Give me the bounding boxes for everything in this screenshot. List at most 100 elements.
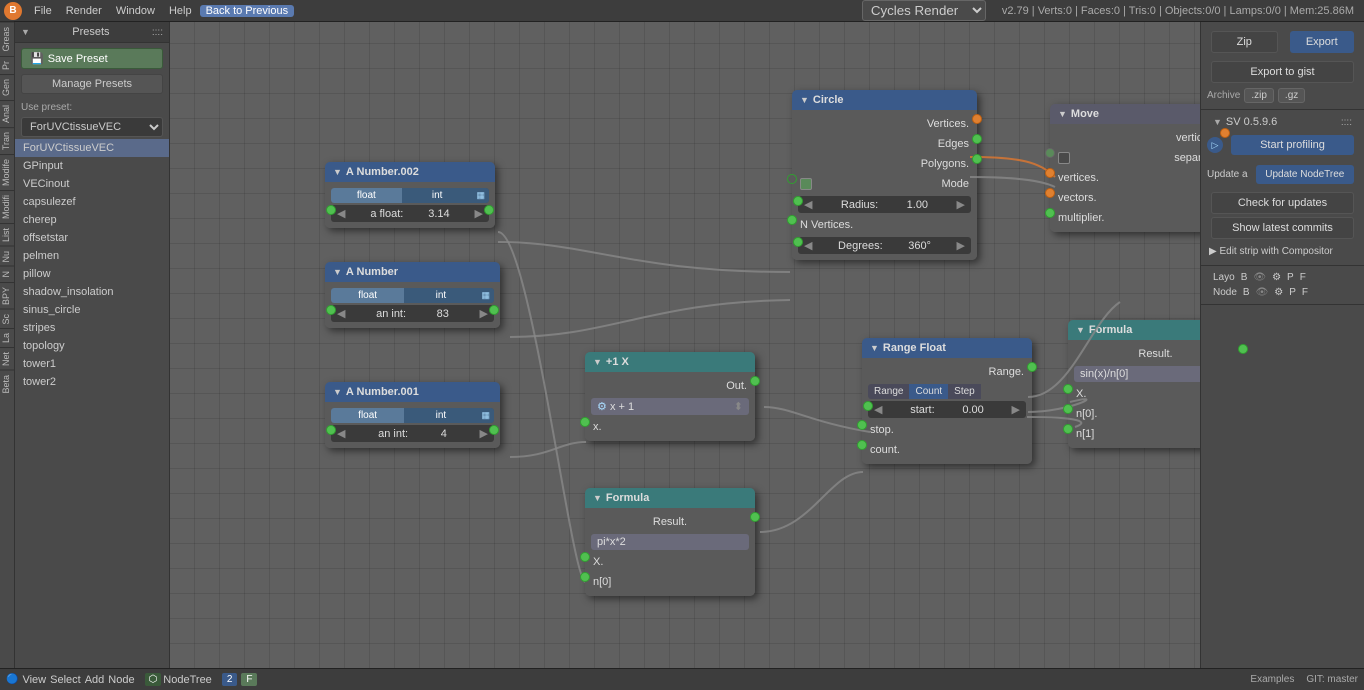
socket-left-n0[interactable]	[1063, 404, 1073, 414]
socket-left-degrees[interactable]	[793, 237, 803, 247]
sv-dots[interactable]: ::::	[1341, 117, 1352, 128]
value-arrow-left[interactable]: ◀	[804, 198, 812, 211]
socket-right-polygons[interactable]	[972, 154, 982, 164]
node-collapse-arrow[interactable]: ▼	[333, 267, 342, 277]
p-label[interactable]: P	[1287, 272, 1294, 283]
menu-help[interactable]: Help	[163, 5, 198, 17]
preset-item-10[interactable]: stripes	[15, 319, 169, 337]
a-float-row[interactable]: ◀ a float: 3.14 ▶	[331, 205, 489, 222]
node-collapse-arrow[interactable]: ▼	[593, 493, 602, 503]
node-move-header[interactable]: ▼ Move	[1050, 104, 1225, 124]
node-p-label[interactable]: P	[1289, 287, 1296, 298]
type-icon[interactable]: ▦	[478, 408, 495, 423]
menu-render[interactable]: Render	[60, 5, 108, 17]
node-f-label[interactable]: F	[1302, 287, 1308, 298]
float-btn[interactable]: float	[331, 188, 402, 203]
value-arrow-left[interactable]: ◀	[874, 403, 882, 416]
tab-step[interactable]: Step	[948, 384, 981, 399]
an-int-row[interactable]: ◀ an int: 4 ▶	[331, 425, 494, 442]
zip-button[interactable]: Zip	[1211, 31, 1278, 53]
export-gist-button[interactable]: Export to gist	[1211, 61, 1354, 83]
preset-item-0[interactable]: ForUVCtissueVEC	[15, 139, 169, 157]
back-button[interactable]: Back to Previous	[200, 5, 295, 17]
node-range-float-header[interactable]: ▼ Range Float	[862, 338, 1032, 358]
socket-left-vertices[interactable]	[1045, 168, 1055, 178]
node-collapse-arrow[interactable]: ▼	[333, 387, 342, 397]
sv-version-arrow[interactable]: ▼	[1213, 117, 1222, 127]
socket-right-int[interactable]	[489, 425, 499, 435]
left-tab-modife[interactable]: Modife	[0, 154, 14, 190]
left-tab-list[interactable]: List	[0, 223, 14, 246]
left-tab-gen[interactable]: Gen	[0, 74, 14, 100]
value-arrow-right[interactable]: ▶	[480, 427, 488, 440]
node-collapse-arrow[interactable]: ▼	[870, 343, 879, 353]
socket-left-stop[interactable]	[857, 420, 867, 430]
preset-item-12[interactable]: tower1	[15, 355, 169, 373]
node-circle-header[interactable]: ▼ Circle	[792, 90, 977, 110]
type-selector[interactable]: float int ▦	[331, 188, 489, 203]
preset-item-11[interactable]: topology	[15, 337, 169, 355]
view-menu[interactable]: View	[22, 674, 46, 686]
type-selector[interactable]: float int ▦	[331, 288, 494, 303]
presets-header[interactable]: ▼ Presets ::::	[15, 22, 169, 43]
left-tab-n2[interactable]: N	[0, 266, 14, 282]
node-a-number-002-header[interactable]: ▼ A Number.002	[325, 162, 495, 182]
socket-left-vectors[interactable]	[1045, 188, 1055, 198]
socket-right-out[interactable]	[750, 376, 760, 386]
value-arrow-right[interactable]: ▶	[475, 207, 483, 220]
type-icon[interactable]: ▦	[478, 288, 495, 303]
node-menu[interactable]: Node	[108, 674, 134, 686]
layo-eye-icon[interactable]: 👁	[1253, 272, 1266, 283]
preset-item-8[interactable]: shadow_insolation	[15, 283, 169, 301]
type-icon[interactable]: ▦	[473, 188, 490, 203]
check-updates-button[interactable]: Check for updates	[1211, 192, 1354, 214]
start-profiling-button[interactable]: Start profiling	[1231, 135, 1354, 155]
left-tab-nu[interactable]: Nu	[0, 246, 14, 267]
menu-window[interactable]: Window	[110, 5, 161, 17]
socket-left-x[interactable]	[580, 552, 590, 562]
node-editor-canvas[interactable]: ▼ A Number.002 float int ▦ ◀ a float: 3.…	[170, 22, 1200, 668]
tab-range[interactable]: Range	[868, 384, 909, 399]
left-tab-sc[interactable]: Sc	[0, 309, 14, 329]
f-label[interactable]: F	[1300, 272, 1306, 283]
use-preset-dropdown[interactable]: ForUVCtissueVEC	[21, 117, 163, 137]
left-tab-net[interactable]: Net	[0, 347, 14, 370]
select-menu[interactable]: Select	[50, 674, 81, 686]
left-tab-beta[interactable]: Beta	[0, 370, 14, 398]
value-arrow-right[interactable]: ▶	[957, 239, 965, 252]
socket-right-range[interactable]	[1027, 362, 1037, 372]
formula-drag[interactable]: ⬍	[734, 400, 743, 413]
node-a-number-001-header[interactable]: ▼ A Number.001	[325, 382, 500, 402]
socket-left-count[interactable]	[857, 440, 867, 450]
socket-left-n0[interactable]	[580, 572, 590, 582]
left-tab-modifi[interactable]: Modifi	[0, 190, 14, 223]
preset-item-7[interactable]: pillow	[15, 265, 169, 283]
socket-left-float[interactable]	[326, 205, 336, 215]
save-preset-button[interactable]: 💾 Save Preset	[21, 48, 163, 69]
value-arrow-left[interactable]: ◀	[337, 427, 345, 440]
show-commits-button[interactable]: Show latest commits	[1211, 217, 1354, 239]
presets-dots[interactable]: ::::	[152, 27, 163, 38]
preset-item-6[interactable]: pelmen	[15, 247, 169, 265]
b-label[interactable]: B	[1241, 272, 1248, 283]
type-selector[interactable]: float int ▦	[331, 408, 494, 423]
update-nodetree-button[interactable]: Update NodeTree	[1256, 165, 1354, 184]
value-arrow-right[interactable]: ▶	[957, 198, 965, 211]
node-formula1-header[interactable]: ▼ Formula	[585, 488, 755, 508]
socket-right-edges[interactable]	[972, 134, 982, 144]
left-tab-greas[interactable]: Greas	[0, 22, 14, 56]
socket-right-vertices[interactable]	[1220, 128, 1230, 138]
add-menu[interactable]: Add	[85, 674, 105, 686]
socket-left-n1[interactable]	[1063, 424, 1073, 434]
socket-left-start[interactable]	[863, 401, 873, 411]
preset-item-13[interactable]: tower2	[15, 373, 169, 391]
int-btn[interactable]: int	[402, 188, 473, 203]
an-int-row[interactable]: ◀ an int: 83 ▶	[331, 305, 494, 322]
b-node-label[interactable]: B	[1243, 287, 1250, 298]
manage-presets-button[interactable]: Manage Presets	[21, 74, 163, 94]
preset-item-3[interactable]: capsulezef	[15, 193, 169, 211]
socket-right-result[interactable]	[1238, 344, 1248, 354]
profiling-icon[interactable]: ▷	[1207, 137, 1223, 153]
socket-left-int[interactable]	[326, 305, 336, 315]
socket-right-vertices[interactable]	[972, 114, 982, 124]
